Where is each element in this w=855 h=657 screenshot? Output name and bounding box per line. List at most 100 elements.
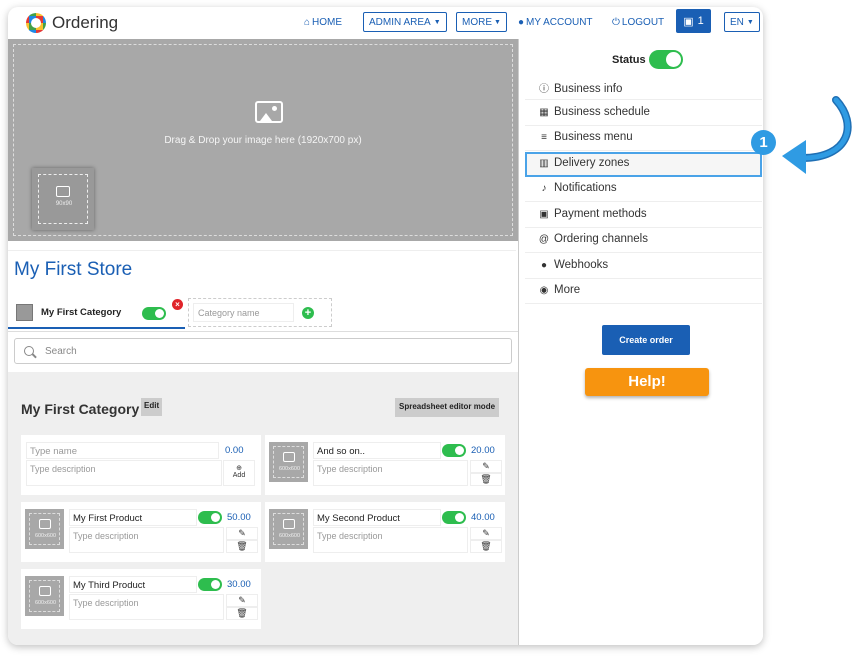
product-price-input[interactable]: 0.00 [225, 445, 244, 456]
at-icon: @ [538, 234, 550, 245]
calendar-icon: ▦ [539, 107, 549, 118]
sidebar-item-more[interactable]: ◉ More [525, 279, 762, 304]
product-price[interactable]: 50.00 [227, 512, 251, 523]
products-panel: My First Category Edit Spreadsheet edito… [8, 372, 518, 645]
sidebar-item-delivery-zones[interactable]: ▥ Delivery zones [525, 152, 762, 177]
category-name-input[interactable]: Category name [193, 303, 294, 322]
product-card[interactable]: 600x600 My Third Product 30.00 Type desc… [21, 569, 261, 629]
product-card[interactable]: 600x600 My Second Product 40.00 Type des… [265, 502, 505, 562]
sidebar-item-business-info[interactable]: ⓘ Business info [525, 75, 762, 100]
cart-button[interactable]: ▣ 1 [676, 9, 711, 33]
store-title[interactable]: My First Store [14, 259, 132, 281]
product-price[interactable]: 20.00 [471, 445, 495, 456]
product-name[interactable]: And so on.. [313, 442, 441, 459]
product-price[interactable]: 30.00 [227, 579, 251, 590]
product-toggle[interactable] [198, 578, 222, 591]
app-window: Ordering ⌂ HOME ADMIN AREA ▼ MORE ▼ ● MY ACC… [8, 7, 763, 645]
image-icon [283, 519, 295, 529]
divider [8, 250, 516, 251]
sidebar-item-webhooks[interactable]: ● Webhooks [525, 254, 762, 279]
logo-text: Ordering [52, 13, 119, 32]
logo[interactable]: Ordering [26, 13, 118, 33]
new-category: Category name + [188, 298, 332, 327]
status-toggle[interactable] [649, 50, 683, 69]
search-input[interactable]: Search [14, 338, 512, 364]
product-toggle[interactable] [442, 444, 466, 457]
divider [8, 331, 518, 332]
category-tab-active[interactable]: My First Category [8, 299, 185, 329]
product-description[interactable]: Type description [313, 527, 468, 553]
product-image[interactable]: 600x600 [269, 509, 308, 549]
status-label: Status [612, 54, 646, 66]
product-card[interactable]: 600x600 My First Product 50.00 Type desc… [21, 502, 261, 562]
language-dropdown[interactable]: EN ▼ [724, 12, 760, 32]
sidebar-item-ordering-channels[interactable]: @ Ordering channels [525, 228, 762, 253]
power-icon: ⏻ [612, 16, 620, 28]
delete-product-icon[interactable]: 🗑 [226, 607, 258, 620]
product-image[interactable]: 600x600 [269, 442, 308, 482]
edit-product-icon[interactable]: ✎ [470, 460, 502, 473]
menu-icon: ≡ [541, 132, 547, 143]
add-category-icon[interactable]: + [302, 307, 314, 319]
spreadsheet-mode-button[interactable]: Spreadsheet editor mode [395, 398, 500, 417]
product-description-input[interactable]: Type description [26, 460, 222, 486]
product-description[interactable]: Type description [69, 527, 224, 553]
nav-home[interactable]: ⌂ HOME [304, 12, 342, 32]
product-toggle[interactable] [442, 511, 466, 524]
new-product-card: Type name 0.00 Type description ⊕ Add [21, 435, 261, 495]
sidebar-item-payment-methods[interactable]: ▣ Payment methods [525, 203, 762, 228]
image-size-text: 600x600 [34, 533, 57, 539]
image-icon [56, 186, 70, 197]
add-product-button[interactable]: ⊕ Add [223, 460, 255, 486]
delete-product-icon[interactable]: 🗑 [226, 540, 258, 553]
admin-area-dropdown[interactable]: ADMIN AREA ▼ [363, 12, 447, 32]
sidebar-item-business-schedule[interactable]: ▦ Business schedule [525, 101, 762, 126]
caret-down-icon: ▼ [746, 18, 754, 26]
category-tab-label: My First Category [41, 307, 122, 318]
category-toggle[interactable] [142, 307, 166, 320]
product-price[interactable]: 40.00 [471, 512, 495, 523]
edit-product-icon[interactable]: ✎ [470, 527, 502, 540]
delete-product-icon[interactable]: 🗑 [470, 473, 502, 486]
image-size-text: 600x600 [34, 600, 57, 606]
nav-my-account[interactable]: ● MY ACCOUNT [518, 12, 593, 32]
nav-logout[interactable]: ⏻ LOGOUT [612, 12, 664, 32]
create-order-button[interactable]: Create order [602, 325, 690, 355]
logo-dropzone[interactable]: 90x90 [32, 168, 94, 230]
logo-icon [26, 13, 46, 33]
logo-dropzone-border: 90x90 [38, 174, 88, 224]
bell-icon: ♪ [541, 183, 547, 194]
image-size-text: 600x600 [278, 533, 301, 539]
help-button[interactable]: Help! [585, 368, 709, 396]
edit-product-icon[interactable]: ✎ [226, 594, 258, 607]
product-name[interactable]: My Second Product [313, 509, 441, 526]
top-navbar: Ordering ⌂ HOME ADMIN AREA ▼ MORE ▼ ● MY ACC… [8, 7, 763, 39]
sidebar-item-notifications[interactable]: ♪ Notifications [525, 177, 762, 202]
product-description[interactable]: Type description [313, 460, 468, 486]
category-image [16, 304, 33, 321]
step-badge: 1 [751, 130, 776, 155]
delete-category-icon[interactable]: × [172, 299, 183, 310]
business-sidebar: Status ⓘ Business info ▦ Business schedule… [518, 39, 763, 645]
image-icon [39, 586, 51, 596]
product-description[interactable]: Type description [69, 594, 224, 620]
category-heading: My First Category [21, 401, 140, 417]
delete-product-icon[interactable]: 🗑 [470, 540, 502, 553]
edit-product-icon[interactable]: ✎ [226, 527, 258, 540]
info-icon: ⓘ [539, 84, 549, 95]
product-image[interactable]: 600x600 [25, 509, 64, 549]
more-dropdown[interactable]: MORE ▼ [456, 12, 507, 32]
sidebar-item-business-menu[interactable]: ≡ Business menu [525, 126, 762, 151]
product-image[interactable]: 600x600 [25, 576, 64, 616]
product-name[interactable]: My First Product [69, 509, 197, 526]
header-image-dropzone[interactable]: Drag & Drop your image here (1920x700 px… [8, 39, 518, 241]
logo-size-text: 90x90 [55, 201, 73, 207]
caret-down-icon: ▼ [494, 18, 501, 26]
product-card[interactable]: 600x600 And so on.. 20.00 Type descripti… [265, 435, 505, 495]
product-image-border: 600x600 [273, 446, 304, 478]
image-size-text: 600x600 [278, 466, 301, 472]
product-name-input[interactable]: Type name [26, 442, 219, 459]
edit-button[interactable]: Edit [141, 398, 163, 416]
product-name[interactable]: My Third Product [69, 576, 197, 593]
product-toggle[interactable] [198, 511, 222, 524]
